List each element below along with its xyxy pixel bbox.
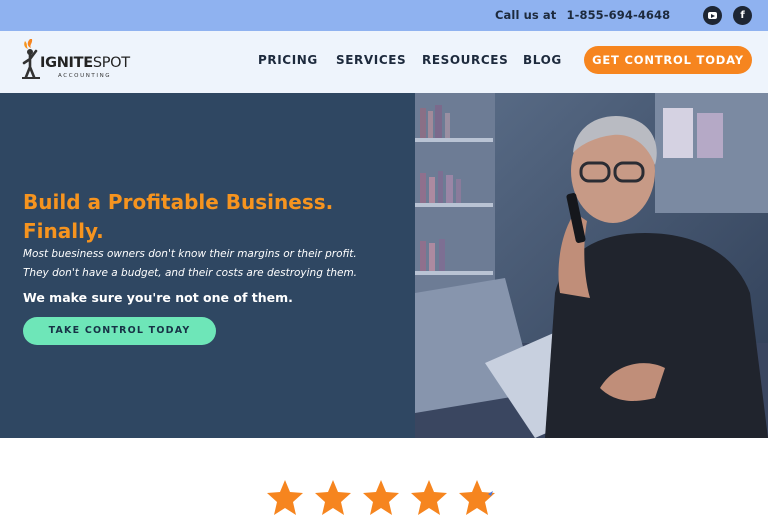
nav-item-blog[interactable]: BLOG [523, 53, 562, 67]
take-control-button[interactable]: TAKE CONTROL TODAY [23, 317, 216, 345]
brand-name: IGNITESPOT [40, 55, 130, 71]
hero-section: Build a Profitable Business. Finally. Mo… [0, 93, 768, 438]
hero-description: Most buesiness owners don't know their m… [23, 248, 358, 279]
get-control-button[interactable]: GET CONTROL TODAY [584, 46, 752, 74]
youtube-icon[interactable] [703, 6, 722, 25]
nav-item-services[interactable]: SERVICES [336, 53, 406, 67]
nav-item-pricing[interactable]: PRICING [258, 53, 318, 67]
call-us: Call us at 1-855-694-4648 [495, 8, 670, 22]
hero-emphasis: We make sure you're not one of them. [23, 290, 293, 305]
star-icon [267, 480, 303, 515]
top-bar: Call us at 1-855-694-4648 f [0, 0, 768, 31]
star-icon [411, 480, 447, 515]
man-on-phone-image [415, 93, 768, 438]
star-icon [363, 480, 399, 515]
brand-subtitle: ACCOUNTING [58, 73, 112, 79]
rating-stars [265, 478, 497, 518]
nav-item-resources[interactable]: RESOURCES [422, 53, 508, 67]
hero-headline: Build a Profitable Business. Finally. [23, 190, 334, 243]
hero-photo [415, 93, 768, 438]
star-icon [315, 480, 351, 515]
hero-text-panel: Build a Profitable Business. Finally. Mo… [0, 93, 415, 438]
main-nav: IGNITESPOT ACCOUNTING PRICING SERVICES R… [0, 31, 768, 93]
facebook-icon[interactable]: f [733, 6, 752, 25]
call-label: Call us at [495, 8, 557, 22]
phone-link[interactable]: 1-855-694-4648 [567, 8, 671, 22]
logo[interactable]: IGNITESPOT ACCOUNTING [16, 37, 136, 87]
star-icon [459, 480, 495, 515]
